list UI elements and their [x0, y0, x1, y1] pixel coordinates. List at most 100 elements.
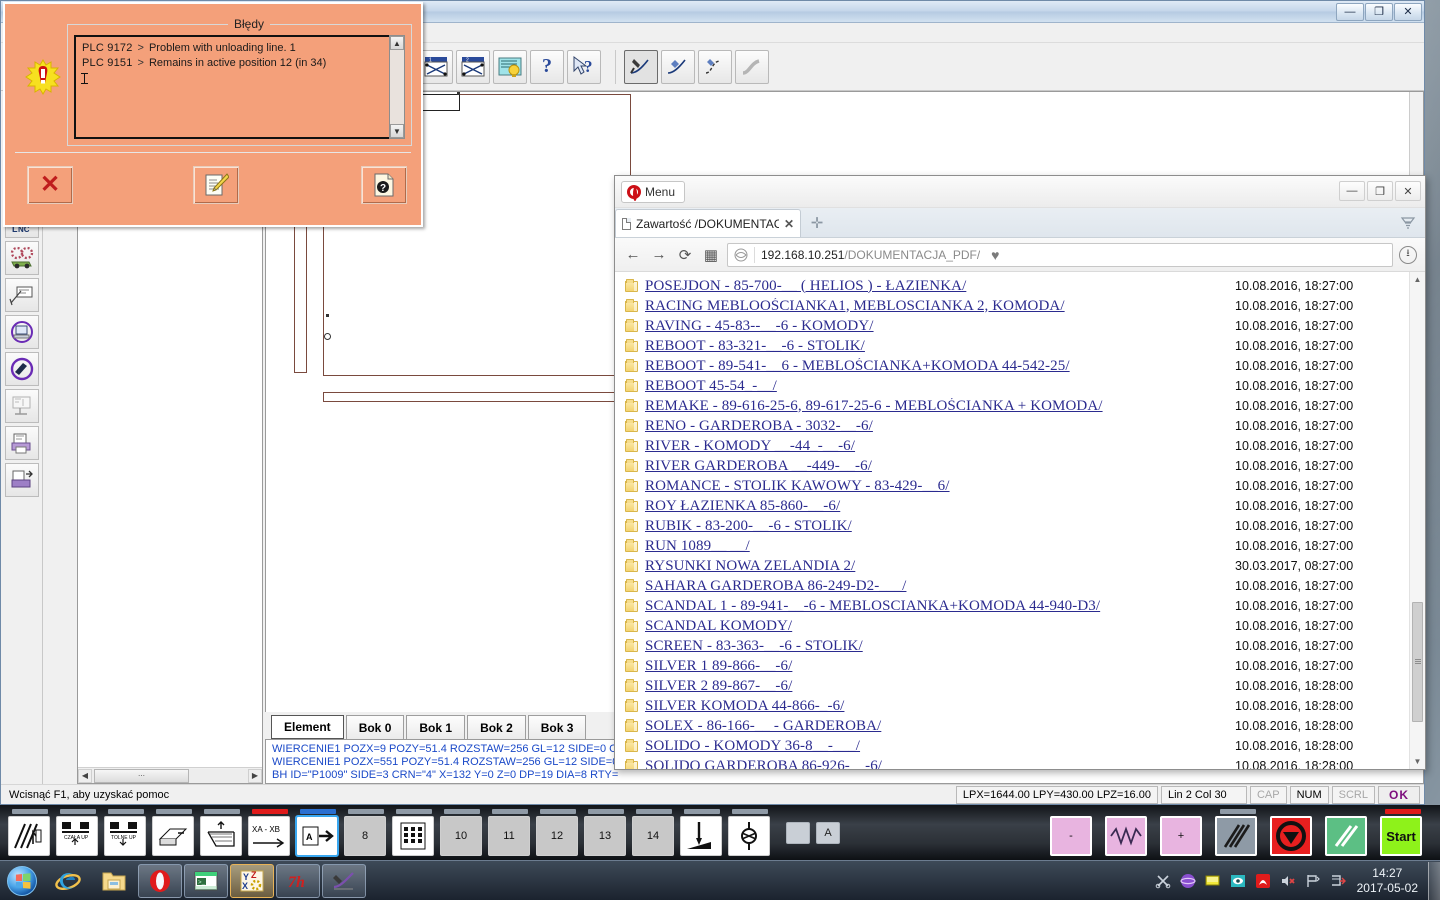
opera-menu-button[interactable]: Menu	[621, 180, 686, 203]
draw-curve-icon[interactable]	[698, 49, 732, 84]
layout-plan-icon[interactable]	[4, 389, 39, 423]
folder-link[interactable]: ROMANCE - STOLIK KAWOWY - 83-429-__6/	[645, 478, 1231, 495]
scroll-down-icon[interactable]: ▼	[1411, 755, 1424, 768]
cad-maximize-button[interactable]: ❐	[1365, 2, 1393, 21]
file-list-row[interactable]: SILVER 1 89-866-__-6/10.08.2016, 18:27:0…	[625, 656, 1409, 676]
speed-minus-button[interactable]: -	[1050, 816, 1092, 856]
folder-link[interactable]: SOLIDO GARDEROBA 86-926-__-6/	[645, 758, 1231, 770]
dimension-icon[interactable]	[4, 278, 39, 312]
speed-dial-icon[interactable]: ▦	[701, 245, 721, 265]
panel-feed-button[interactable]	[152, 816, 194, 856]
station-10-button[interactable]: 10	[440, 816, 482, 856]
taskbar-opera[interactable]	[138, 863, 182, 898]
taskbar-internet-explorer[interactable]	[46, 864, 90, 898]
cancel-button[interactable]: ✕	[27, 166, 73, 204]
export-doc-icon[interactable]	[4, 463, 39, 497]
brush-run-button[interactable]	[1325, 816, 1367, 856]
page-info-icon[interactable]	[734, 248, 748, 262]
screen-toggle-button[interactable]	[786, 821, 810, 844]
start-orb-icon[interactable]	[2, 863, 42, 899]
taskbar-cad[interactable]: Y Z X	[230, 863, 274, 898]
help-question-icon[interactable]: ?	[530, 49, 564, 84]
folder-link[interactable]: REBOOT - 83-321-__-6 - STOLIK/	[645, 338, 1231, 355]
folder-link[interactable]: ROY ŁAZIENKA 85-860-__-6/	[645, 498, 1231, 515]
show-desktop-button[interactable]	[1428, 861, 1440, 900]
url-bar[interactable]: 192.168.10.251/DOKUMENTACJA_PDF/ ♥	[727, 242, 1393, 267]
cad-tree-scroll-thumb[interactable]: ⋯	[94, 768, 189, 783]
taskbar-th-app[interactable]: 7h	[276, 863, 320, 898]
help-pointer-icon[interactable]: ?	[567, 49, 601, 84]
push-panel-button[interactable]: A	[295, 815, 339, 857]
reload-icon[interactable]: ⟳	[675, 245, 695, 265]
cad-tree-scroll-left[interactable]: ◀	[78, 768, 92, 783]
tab-bok-2[interactable]: Bok 2	[467, 715, 526, 739]
back-icon[interactable]: ←	[623, 245, 643, 265]
tray-network-icon[interactable]	[1305, 872, 1322, 889]
tray-volume-muted-icon[interactable]	[1280, 872, 1297, 889]
drill-down-button[interactable]	[680, 816, 722, 856]
cad-tree-scroll-track[interactable]: ⋯	[92, 768, 248, 783]
heart-icon[interactable]: ♥	[986, 246, 1004, 264]
forward-icon[interactable]: →	[649, 245, 669, 265]
folder-link[interactable]: RIVER - KOMODY __-44_-__-6/	[645, 438, 1231, 455]
help-button[interactable]: ?	[361, 166, 407, 204]
close-icon[interactable]: ✕	[784, 217, 794, 231]
file-list-row[interactable]: REBOOT 45-54_-__/ 10.08.2016, 18:27:00	[625, 376, 1409, 396]
folder-link[interactable]: SAHARA GARDEROBA 86-249-D2-___/	[645, 578, 1231, 595]
tray-display-icon[interactable]	[1205, 872, 1222, 889]
error-list-vscrollbar[interactable]: ▲ ▼	[389, 35, 405, 139]
net-1-icon[interactable]: 1	[419, 49, 453, 84]
gears-tool-icon[interactable]	[4, 241, 39, 275]
xa-xb-button[interactable]: XA - XB	[248, 816, 290, 856]
cad-close-button[interactable]: ✕	[1394, 2, 1422, 21]
folder-link[interactable]: SCANDAL 1 - 89-941-__-6 - MEBLOSCIANKA+K…	[645, 598, 1231, 615]
tray-purple-orb-icon[interactable]	[1180, 872, 1197, 889]
taskbar-draw-app[interactable]	[322, 863, 366, 898]
station-11-button[interactable]: 11	[488, 816, 530, 856]
browser-restore-button[interactable]: ❐	[1367, 181, 1393, 201]
vibration-button[interactable]	[1105, 816, 1147, 856]
file-list-row[interactable]: RYSUNKI NOWA ZELANDIA 2/30.03.2017, 08:2…	[625, 556, 1409, 576]
net-2-icon[interactable]: 2	[456, 49, 490, 84]
file-list-row[interactable]: SILVER 2 89-867-__-6/10.08.2016, 18:28:0…	[625, 676, 1409, 696]
draw-fill-icon[interactable]	[661, 49, 695, 84]
tray-eye-icon[interactable]	[1230, 872, 1247, 889]
folder-link[interactable]: REMAKE - 89-616-25-6, 89-617-25-6 - MEBL…	[645, 398, 1231, 415]
folder-link[interactable]: SOLEX - 86-166-__ - GARDEROBA/	[645, 718, 1231, 735]
file-list-row[interactable]: RUBIK - 83-200-__-6 - STOLIK/10.08.2016,…	[625, 516, 1409, 536]
folder-link[interactable]: SILVER 2 89-867-__-6/	[645, 678, 1231, 695]
station-8-button[interactable]: 8	[344, 816, 386, 856]
start-button[interactable]: Start	[1380, 816, 1422, 856]
emergency-stop-button[interactable]	[1270, 816, 1312, 856]
file-list-row[interactable]: RENO - GARDEROBA - 3032-__-6/10.08.2016,…	[625, 416, 1409, 436]
error-list-scroll-up[interactable]: ▲	[390, 36, 404, 50]
station-12-button[interactable]: 12	[536, 816, 578, 856]
new-tab-button[interactable]: ✛	[807, 213, 827, 233]
lamp-list-icon[interactable]	[493, 49, 527, 84]
cad-tree-scroll-right[interactable]: ▶	[248, 768, 262, 783]
keypad-button[interactable]	[392, 816, 434, 856]
tray-action-center-icon[interactable]	[1330, 872, 1347, 889]
brush-idle-button[interactable]	[1215, 816, 1257, 856]
scroll-thumb[interactable]	[1412, 602, 1423, 722]
file-list-row[interactable]: SCANDAL 1 - 89-941-__-6 - MEBLOSCIANKA+K…	[625, 596, 1409, 616]
cad-tree-hscrollbar[interactable]: ◀ ⋯ ▶	[78, 767, 262, 783]
file-list-row[interactable]: ROY ŁAZIENKA 85-860-__-6/10.08.2016, 18:…	[625, 496, 1409, 516]
tab-element[interactable]: Element	[271, 715, 344, 739]
panel-edge-button[interactable]	[200, 816, 242, 856]
folder-link[interactable]: REBOOT 45-54_-__/	[645, 378, 1231, 395]
file-list-row[interactable]: POSEJDON - 85-700-__ ( HELIOS ) - ŁAZIEN…	[625, 276, 1409, 296]
folder-link[interactable]: RYSUNKI NOWA ZELANDIA 2/	[645, 558, 1231, 575]
folder-link[interactable]: RUN 1089__ __/	[645, 538, 1231, 555]
scroll-up-icon[interactable]: ▲	[1411, 273, 1424, 286]
file-list-row[interactable]: REBOOT - 89-541-__6 - MEBLOŚCIANKA+KOMOD…	[625, 356, 1409, 376]
station-14-button[interactable]: 14	[632, 816, 674, 856]
browser-tab-dokumentacja[interactable]: Zawartość /DOKUMENTAC ✕	[615, 209, 801, 237]
browser-close-button[interactable]: ✕	[1395, 181, 1421, 201]
tab-bok-3[interactable]: Bok 3	[527, 715, 587, 739]
clamps-down-button[interactable]: TOLNE UP	[104, 816, 146, 856]
folder-link[interactable]: RAVING - 45-83--__-6 - KOMODY/	[645, 318, 1231, 335]
trash-icon[interactable]	[1399, 214, 1417, 232]
speed-plus-button[interactable]: +	[1160, 816, 1202, 856]
file-list-row[interactable]: RAVING - 45-83--__-6 - KOMODY/10.08.2016…	[625, 316, 1409, 336]
